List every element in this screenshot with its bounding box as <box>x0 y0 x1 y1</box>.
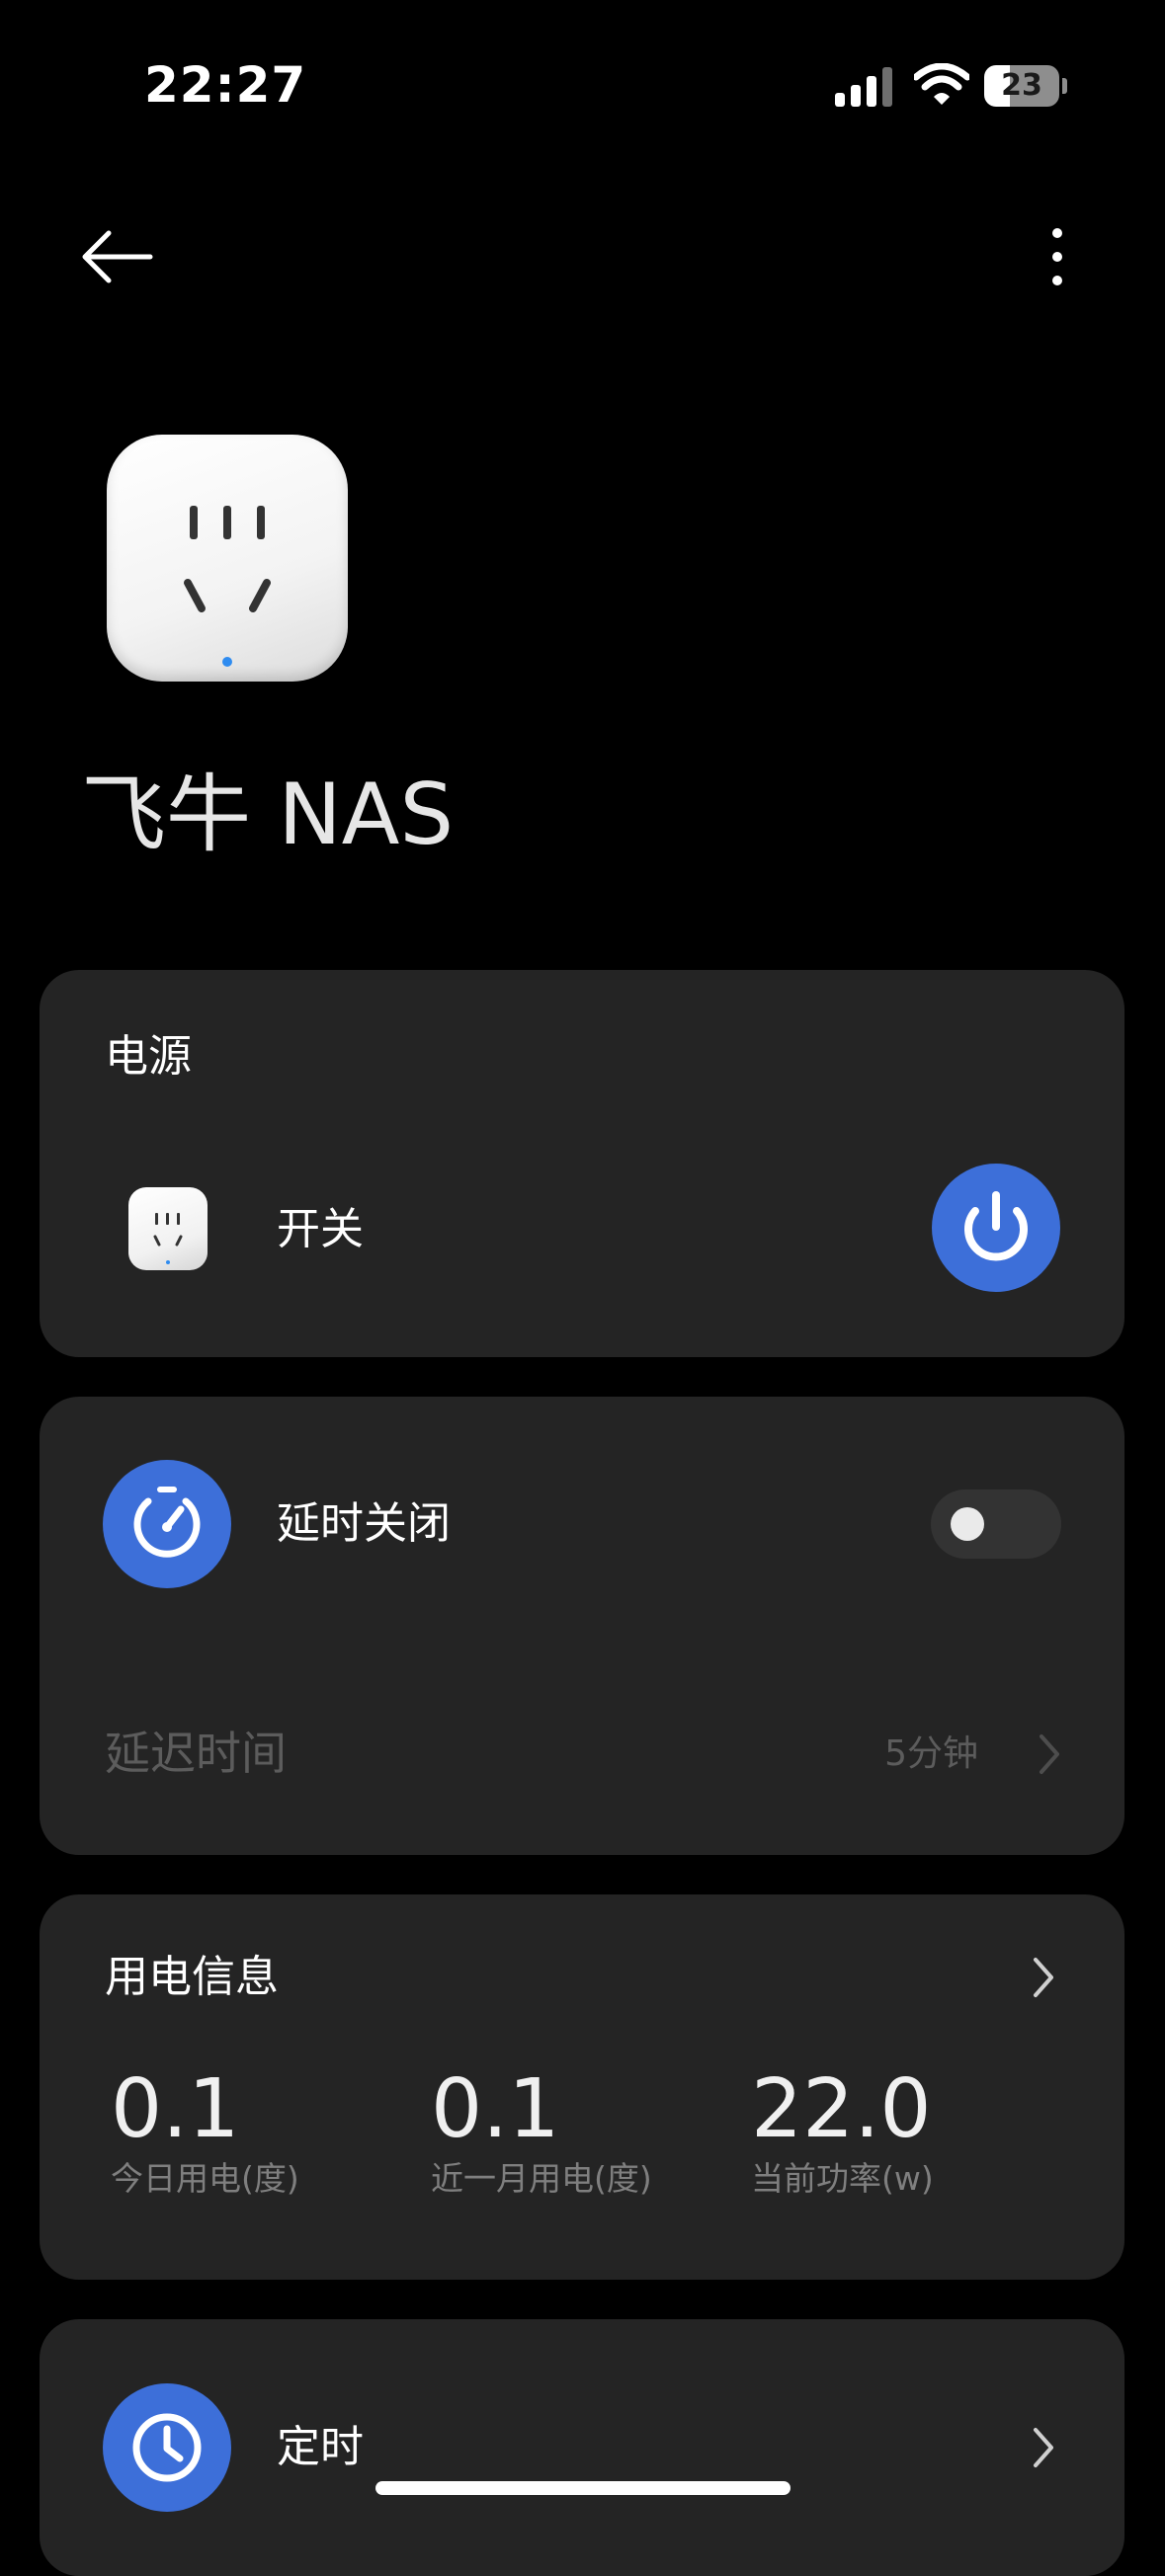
metric-label: 当前功率(w) <box>751 2159 934 2198</box>
metric-value: 22.0 <box>751 2062 932 2156</box>
clock-icon <box>132 2413 202 2482</box>
device-image <box>107 435 348 682</box>
delay-time-label[interactable]: 延迟时间 <box>105 1725 287 1782</box>
power-socket-icon <box>153 1213 183 1264</box>
metric-value: 0.1 <box>431 2062 560 2156</box>
chevron-right-icon[interactable] <box>1024 1950 1063 2005</box>
power-icon <box>964 1191 1028 1261</box>
status-bar: 22:27 23 <box>0 0 1165 168</box>
power-card-title: 电源 <box>105 1031 192 1082</box>
delay-off-toggle[interactable] <box>931 1489 1061 1559</box>
status-time: 22:27 <box>144 56 307 114</box>
more-options-icon[interactable] <box>1028 217 1087 296</box>
clock-icon-badge <box>103 2383 231 2512</box>
chevron-right-icon[interactable] <box>1030 1727 1069 1782</box>
metric-label: 今日用电(度) <box>111 2159 299 2198</box>
metric-today-usage: 0.1 今日用电(度) <box>111 2062 299 2201</box>
power-socket-icon <box>184 506 271 667</box>
metric-month-usage: 0.1 近一月用电(度) <box>431 2062 652 2201</box>
device-name: 飞牛 NAS <box>81 765 455 864</box>
schedule-card[interactable]: 定时 <box>40 2319 1124 2576</box>
energy-info-card[interactable]: 用电信息 0.1 今日用电(度) 0.1 近一月用电(度) 22.0 当前功率(… <box>40 1894 1124 2280</box>
switch-label: 开关 <box>277 1204 364 1254</box>
stopwatch-icon <box>133 1487 201 1558</box>
battery-cap <box>1062 78 1067 94</box>
metric-current-power: 22.0 当前功率(w) <box>751 2062 934 2201</box>
delay-off-card: 延时关闭 延迟时间 5分钟 <box>40 1397 1124 1855</box>
timer-icon-badge <box>103 1460 231 1588</box>
battery-indicator: 23 <box>984 65 1067 107</box>
wifi-icon <box>914 63 969 105</box>
energy-info-title: 用电信息 <box>105 1952 279 2002</box>
chevron-right-icon[interactable] <box>1024 2420 1063 2475</box>
cellular-signal-icon <box>835 67 892 107</box>
schedule-label: 定时 <box>277 2422 364 2472</box>
metric-label: 近一月用电(度) <box>431 2159 652 2198</box>
toggle-knob <box>951 1507 984 1541</box>
metric-value: 0.1 <box>111 2062 240 2156</box>
back-arrow-icon[interactable] <box>69 217 168 296</box>
battery-level: 23 <box>1001 68 1042 103</box>
delay-off-label: 延时关闭 <box>277 1498 451 1549</box>
plug-thumbnail <box>128 1187 208 1270</box>
home-indicator[interactable] <box>375 2481 791 2495</box>
power-toggle-button[interactable] <box>932 1164 1060 1292</box>
power-card: 电源 开关 <box>40 970 1124 1357</box>
delay-time-value[interactable]: 5分钟 <box>884 1731 978 1778</box>
